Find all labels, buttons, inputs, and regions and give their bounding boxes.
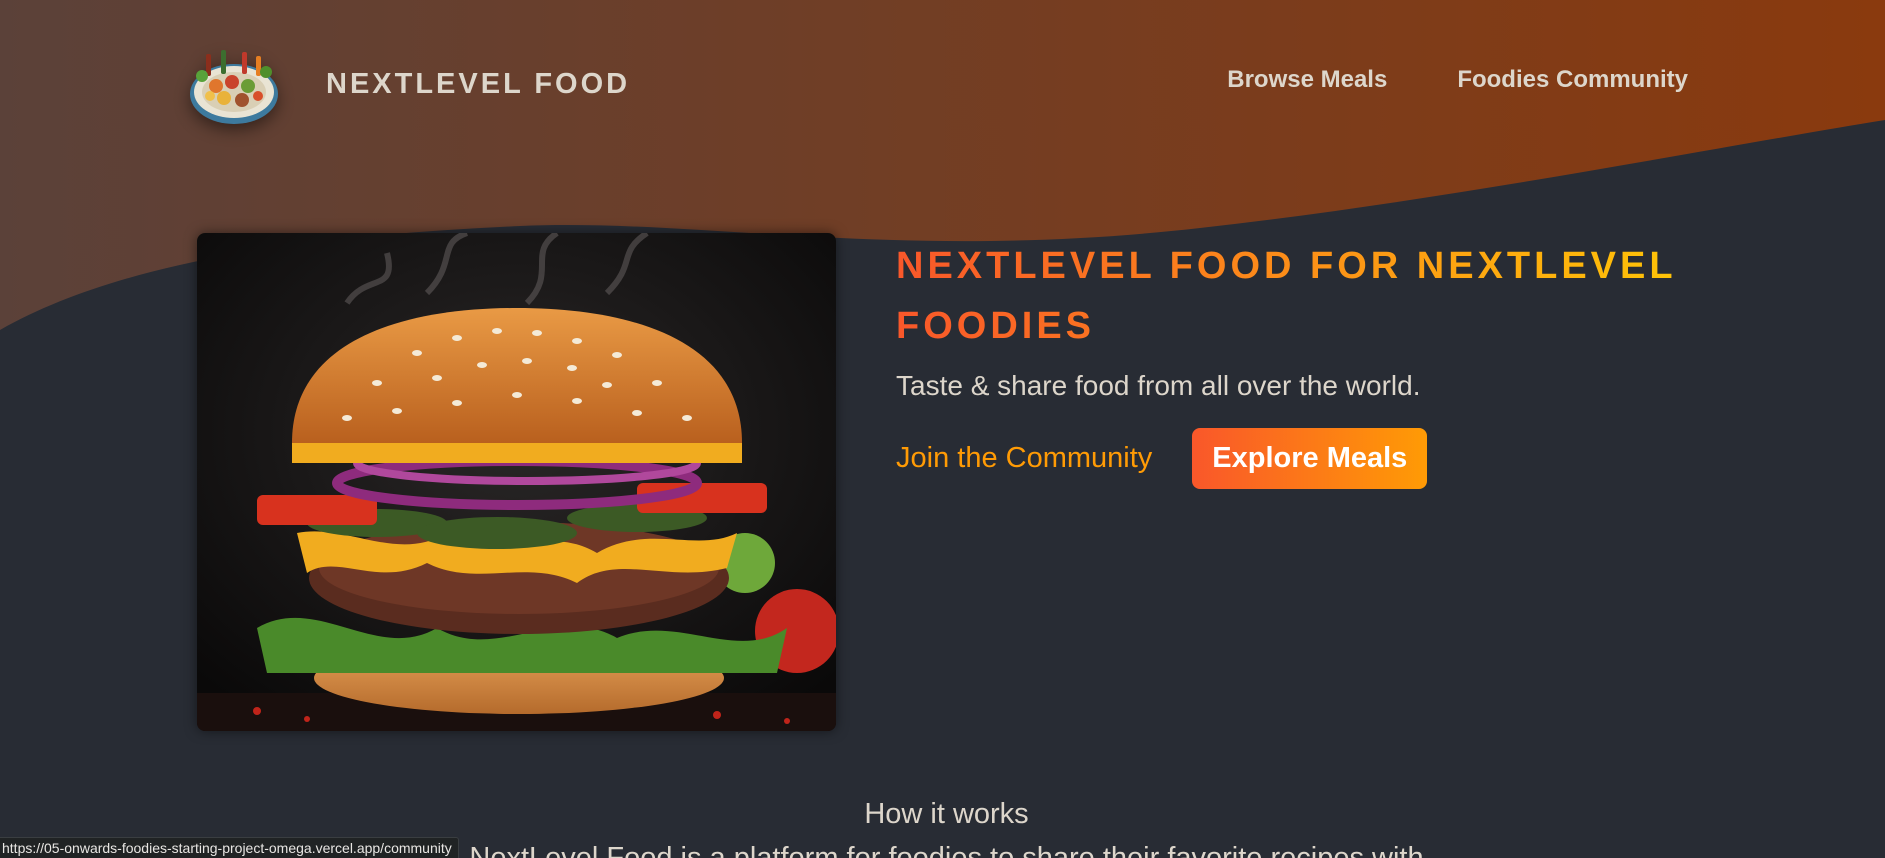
explore-meals-button[interactable]: Explore Meals <box>1192 428 1428 489</box>
hero-content: NextLevel Food for NextLevel Foodies Tas… <box>896 236 1716 489</box>
hero-title: NextLevel Food for NextLevel Foodies <box>896 236 1716 356</box>
join-community-link[interactable]: Join the Community <box>896 442 1152 475</box>
burger-illustration <box>197 233 836 731</box>
logo-link[interactable]: NextLevel Food <box>186 36 630 132</box>
logo-text: NextLevel Food <box>326 67 631 100</box>
how-it-works-heading: How it works <box>864 798 1029 830</box>
main-header: NextLevel Food Browse Meals Foodies Comm… <box>0 0 1885 170</box>
hero-cta: Join the Community Explore Meals <box>896 428 1716 489</box>
hero-subtitle: Taste & share food from all over the wor… <box>896 370 1421 401</box>
food-plate-icon <box>190 50 278 124</box>
page: NextLevel Food Browse Meals Foodies Comm… <box>0 0 1885 858</box>
hero-burger-image <box>197 233 836 731</box>
browser-status-bar: https://05-onwards-foodies-starting-proj… <box>0 837 459 858</box>
nav-foodies-community-link[interactable]: Foodies Community <box>1457 66 1688 94</box>
main-nav: Browse Meals Foodies Community <box>1227 66 1688 94</box>
nav-browse-meals-link[interactable]: Browse Meals <box>1227 66 1387 94</box>
